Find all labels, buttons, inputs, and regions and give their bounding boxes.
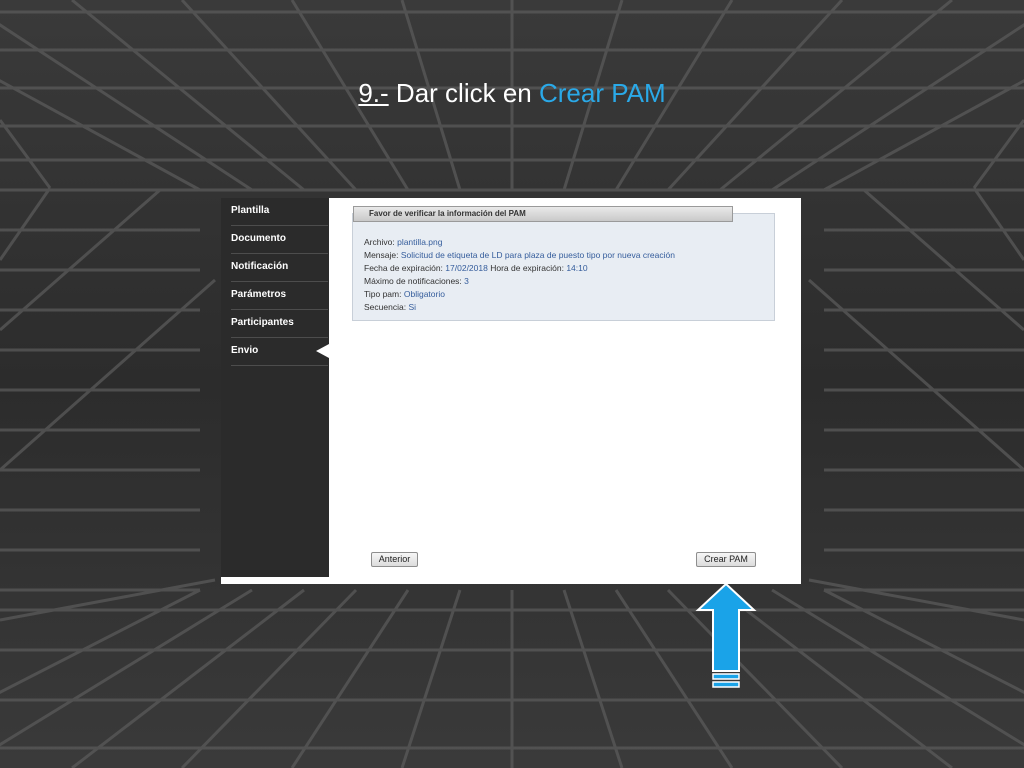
sidebar-item-parametros[interactable]: Parámetros bbox=[231, 282, 328, 310]
sidebar-item-notificacion[interactable]: Notificación bbox=[231, 254, 328, 282]
sidebar-item-plantilla[interactable]: Plantilla bbox=[231, 198, 328, 226]
step-number: 9.- bbox=[358, 78, 389, 108]
expiracion-row: Fecha de expiración: 17/02/2018 Hora de … bbox=[364, 263, 588, 273]
secuencia-row: Secuencia: Si bbox=[364, 302, 416, 312]
tipo-label: Tipo pam: bbox=[364, 289, 402, 299]
app-screenshot: Plantilla Documento Notificación Parámet… bbox=[221, 198, 801, 584]
create-pam-button[interactable]: Crear PAM bbox=[696, 552, 756, 567]
pam-info-panel: Favor de verificar la información del PA… bbox=[352, 206, 775, 321]
secuencia-value: Si bbox=[408, 302, 416, 312]
tipo-value: Obligatorio bbox=[403, 289, 445, 299]
fecha-label: Fecha de expiración: bbox=[364, 263, 443, 273]
mensaje-label: Mensaje: bbox=[364, 250, 399, 260]
tipo-row: Tipo pam: Obligatorio bbox=[364, 289, 445, 299]
hora-value: 14:10 bbox=[566, 263, 588, 273]
maximo-value: 3 bbox=[464, 276, 469, 286]
archivo-row: Archivo: plantilla.png bbox=[364, 237, 442, 247]
secuencia-label: Secuencia: bbox=[364, 302, 407, 312]
sidebar: Plantilla Documento Notificación Parámet… bbox=[221, 198, 329, 577]
sidebar-item-participantes[interactable]: Participantes bbox=[231, 310, 328, 338]
archivo-label: Archivo: bbox=[364, 237, 395, 247]
previous-button[interactable]: Anterior bbox=[371, 552, 418, 567]
active-item-pointer bbox=[316, 344, 329, 358]
hora-label: Hora de expiración: bbox=[490, 263, 564, 273]
up-arrow-icon bbox=[695, 582, 757, 688]
instruction-text: Dar click en bbox=[395, 78, 532, 108]
sidebar-item-envio[interactable]: Envio bbox=[231, 338, 328, 366]
mensaje-value: Solicitud de etiqueta de LD para plaza d… bbox=[400, 250, 675, 260]
mensaje-row: Mensaje: Solicitud de etiqueta de LD par… bbox=[364, 250, 675, 260]
panel-header: Favor de verificar la información del PA… bbox=[353, 206, 733, 222]
instruction-target: Crear PAM bbox=[538, 78, 666, 108]
maximo-label: Máximo de notificaciones: bbox=[364, 276, 462, 286]
sidebar-item-documento[interactable]: Documento bbox=[231, 226, 328, 254]
archivo-value: plantilla.png bbox=[397, 237, 443, 247]
slide-title: 9.- Dar click en Crear PAM bbox=[0, 78, 1024, 109]
maximo-row: Máximo de notificaciones: 3 bbox=[364, 276, 469, 286]
fecha-value: 17/02/2018 bbox=[445, 263, 488, 273]
